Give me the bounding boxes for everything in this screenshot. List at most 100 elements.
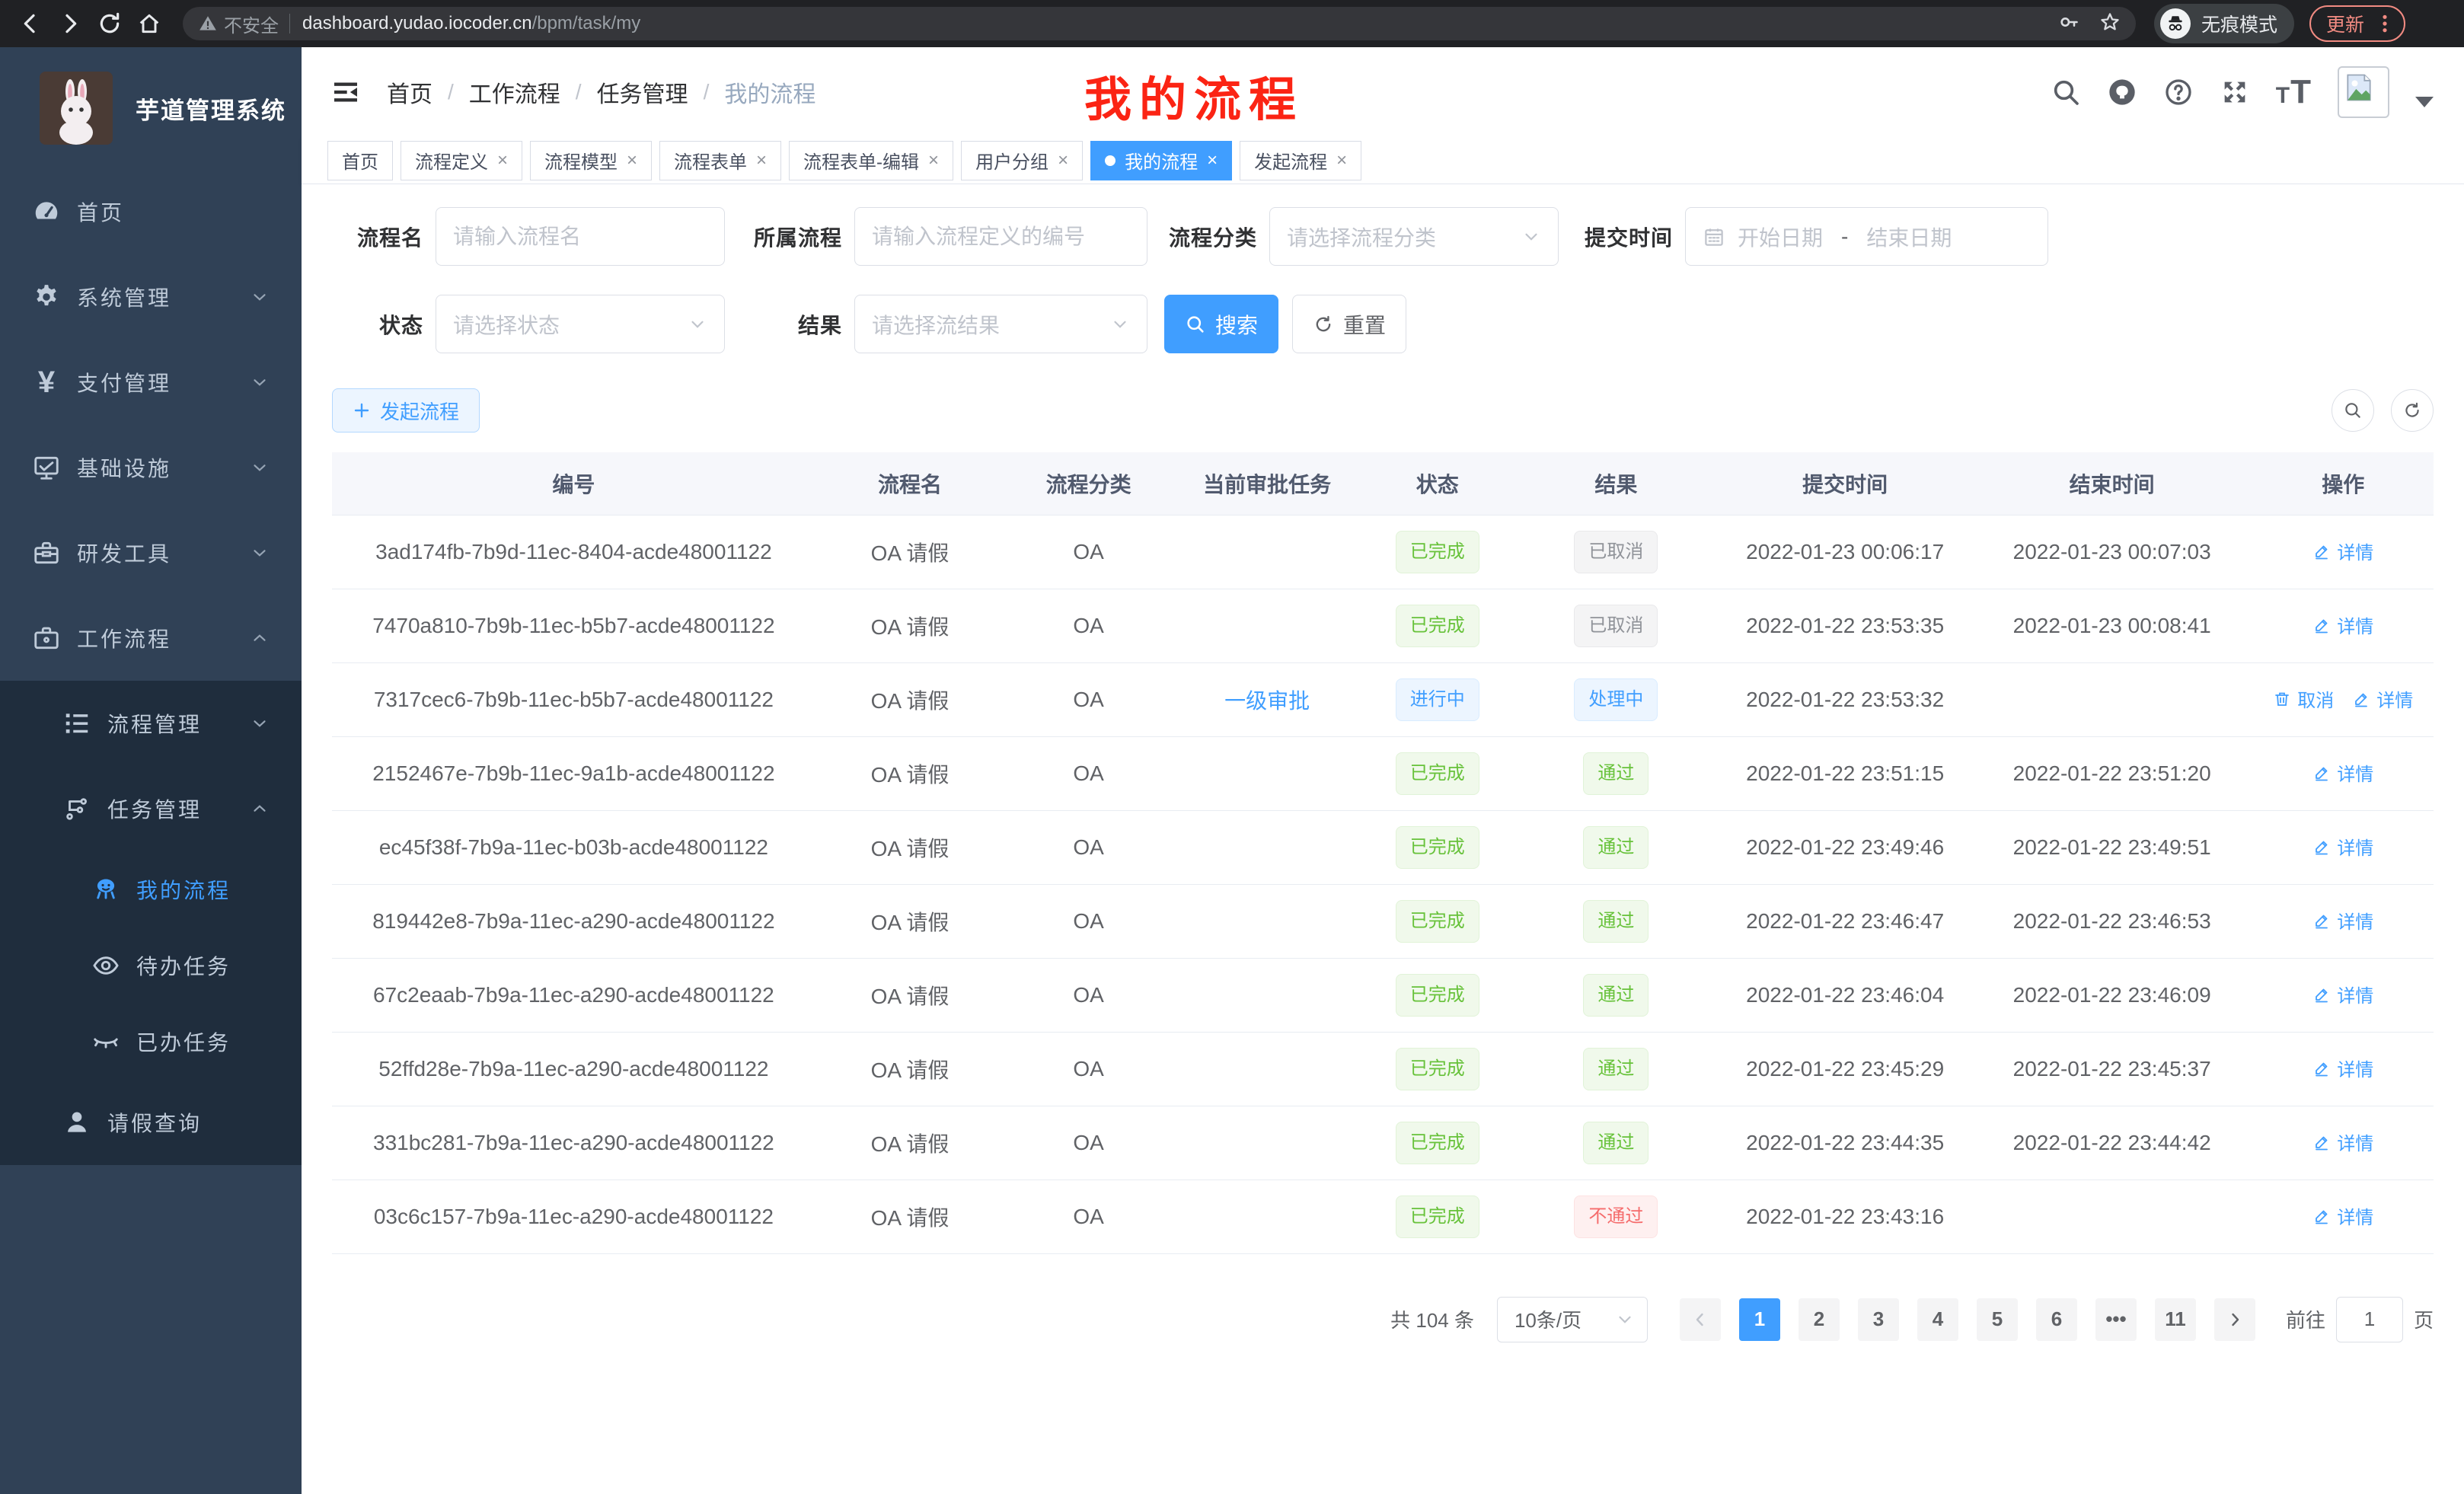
avatar-caret-icon[interactable] [2415,97,2434,107]
cell-process-name: OA 请假 [815,736,1004,810]
status-badge: 已完成 [1396,752,1479,795]
search-button[interactable]: 搜索 [1164,295,1278,353]
page-button-11[interactable]: 11 [2155,1298,2196,1341]
next-page-button[interactable] [2214,1298,2255,1341]
tab-流程模型[interactable]: 流程模型× [530,141,652,180]
date-range-picker[interactable]: 开始日期 - 结束日期 [1685,207,2048,266]
browser-reload-button[interactable] [93,7,126,40]
browser-forward-button[interactable] [53,7,87,40]
sidebar-item-基础设施[interactable]: 基础设施 [0,425,302,510]
page-button-5[interactable]: 5 [1977,1298,2018,1341]
cell-category: OA [1004,1032,1173,1106]
help-icon[interactable] [2163,77,2194,107]
action-详情[interactable]: 详情 [2312,1055,2373,1081]
breadcrumb-item[interactable]: 任务管理 [597,75,688,109]
page-button-3[interactable]: 3 [1858,1298,1899,1341]
breadcrumb-item[interactable]: 工作流程 [469,75,560,109]
sidebar-item-流程管理[interactable]: 流程管理 [0,681,302,766]
browser-back-button[interactable] [14,7,47,40]
table-row: 819442e8-7b9a-11ec-a290-acde48001122OA 请… [332,884,2434,958]
toolbox-icon [28,538,65,567]
action-详情[interactable]: 详情 [2312,907,2373,934]
page-button-•••[interactable]: ••• [2095,1298,2137,1341]
process-definition-input-field[interactable] [872,225,1130,249]
tab-流程定义[interactable]: 流程定义× [401,141,522,180]
bookmark-star-icon[interactable] [2099,11,2121,37]
sidebar-item-工作流程[interactable]: 工作流程 [0,595,302,681]
page-button-6[interactable]: 6 [2036,1298,2077,1341]
tab-首页[interactable]: 首页 [327,141,393,180]
reset-button-label: 重置 [1343,309,1386,340]
refresh-table-button[interactable] [2391,389,2434,432]
action-取消[interactable]: 取消 [2273,685,2334,712]
process-definition-input[interactable] [854,207,1147,266]
close-icon[interactable]: × [1336,150,1347,171]
fullscreen-icon[interactable] [2220,77,2250,107]
process-name-input-field[interactable] [453,225,707,249]
search-icon[interactable] [2051,77,2081,107]
tab-我的流程[interactable]: 我的流程× [1090,141,1232,180]
action-详情[interactable]: 详情 [2312,1128,2373,1155]
app-logo-row[interactable]: 芋道管理系统 [0,47,302,169]
tab-用户分组[interactable]: 用户分组× [961,141,1083,180]
create-process-button[interactable]: 发起流程 [332,388,480,433]
task-link[interactable]: 一级审批 [1224,689,1310,713]
avatar[interactable] [2338,66,2389,118]
page-size-select[interactable]: 10条/页 [1497,1297,1648,1342]
toggle-search-button[interactable] [2332,389,2374,432]
cell-submit-time: 2022-01-22 23:46:47 [1719,884,1971,958]
sidebar-item-研发工具[interactable]: 研发工具 [0,510,302,595]
action-详情[interactable]: 详情 [2312,759,2373,786]
prev-page-button[interactable] [1680,1298,1721,1341]
action-详情[interactable]: 详情 [2312,611,2373,638]
action-详情[interactable]: 详情 [2352,685,2413,712]
table-row: 03c6c157-7b9a-11ec-a290-acde48001122OA 请… [332,1180,2434,1253]
browser-menu-dots-icon[interactable] [2376,14,2393,34]
browser-home-button[interactable] [132,7,166,40]
close-icon[interactable]: × [627,150,637,171]
close-icon[interactable]: × [928,150,939,171]
action-详情[interactable]: 详情 [2312,1202,2373,1229]
close-icon[interactable]: × [1207,150,1218,171]
sidebar-collapse-icon[interactable] [329,75,362,109]
font-size-icon[interactable]: TT [2276,73,2312,111]
sidebar-item-已办任务[interactable]: 已办任务 [0,1004,302,1080]
sidebar-item-请假查询[interactable]: 请假查询 [0,1080,302,1165]
tab-流程表单[interactable]: 流程表单× [659,141,781,180]
page-button-1[interactable]: 1 [1739,1298,1780,1341]
sidebar-item-系统管理[interactable]: 系统管理 [0,254,302,340]
tab-发起流程[interactable]: 发起流程× [1240,141,1361,180]
key-icon[interactable] [2058,11,2079,37]
close-icon[interactable]: × [1058,150,1068,171]
breadcrumb: 首页/工作流程/任务管理/我的流程 [387,75,815,109]
page-button-2[interactable]: 2 [1799,1298,1840,1341]
sidebar-item-支付管理[interactable]: ¥支付管理 [0,340,302,425]
sidebar-item-任务管理[interactable]: 任务管理 [0,766,302,851]
cell-process-name: OA 请假 [815,1032,1004,1106]
status-select[interactable]: 请选择状态 [436,295,725,353]
sidebar-item-待办任务[interactable]: 待办任务 [0,927,302,1004]
result-select[interactable]: 请选择流结果 [854,295,1147,353]
action-详情[interactable]: 详情 [2312,538,2373,564]
breadcrumb-item[interactable]: 首页 [387,75,432,109]
github-icon[interactable] [2107,77,2137,107]
update-label: 更新 [2326,10,2364,37]
close-icon[interactable]: × [497,150,508,171]
close-icon[interactable]: × [756,150,767,171]
goto-page-input[interactable] [2336,1297,2403,1342]
action-label: 详情 [2337,981,2373,1007]
result-badge: 通过 [1583,1048,1649,1090]
browser-update-menu[interactable]: 更新 [2309,5,2405,42]
reset-button[interactable]: 重置 [1292,295,1406,353]
tab-流程表单-编辑[interactable]: 流程表单-编辑× [789,141,953,180]
address-bar[interactable]: 不安全 dashboard.yudao.iocoder.cn /bpm/task… [183,7,2136,40]
cell-id: 67c2eaab-7b9a-11ec-a290-acde48001122 [332,958,815,1032]
cell-category: OA [1004,589,1173,662]
action-详情[interactable]: 详情 [2312,833,2373,860]
sidebar-item-我的流程[interactable]: 我的流程 [0,851,302,927]
page-button-4[interactable]: 4 [1917,1298,1958,1341]
action-详情[interactable]: 详情 [2312,981,2373,1007]
sidebar-item-首页[interactable]: 首页 [0,169,302,254]
process-name-input[interactable] [436,207,725,266]
category-select[interactable]: 请选择流程分类 [1269,207,1559,266]
